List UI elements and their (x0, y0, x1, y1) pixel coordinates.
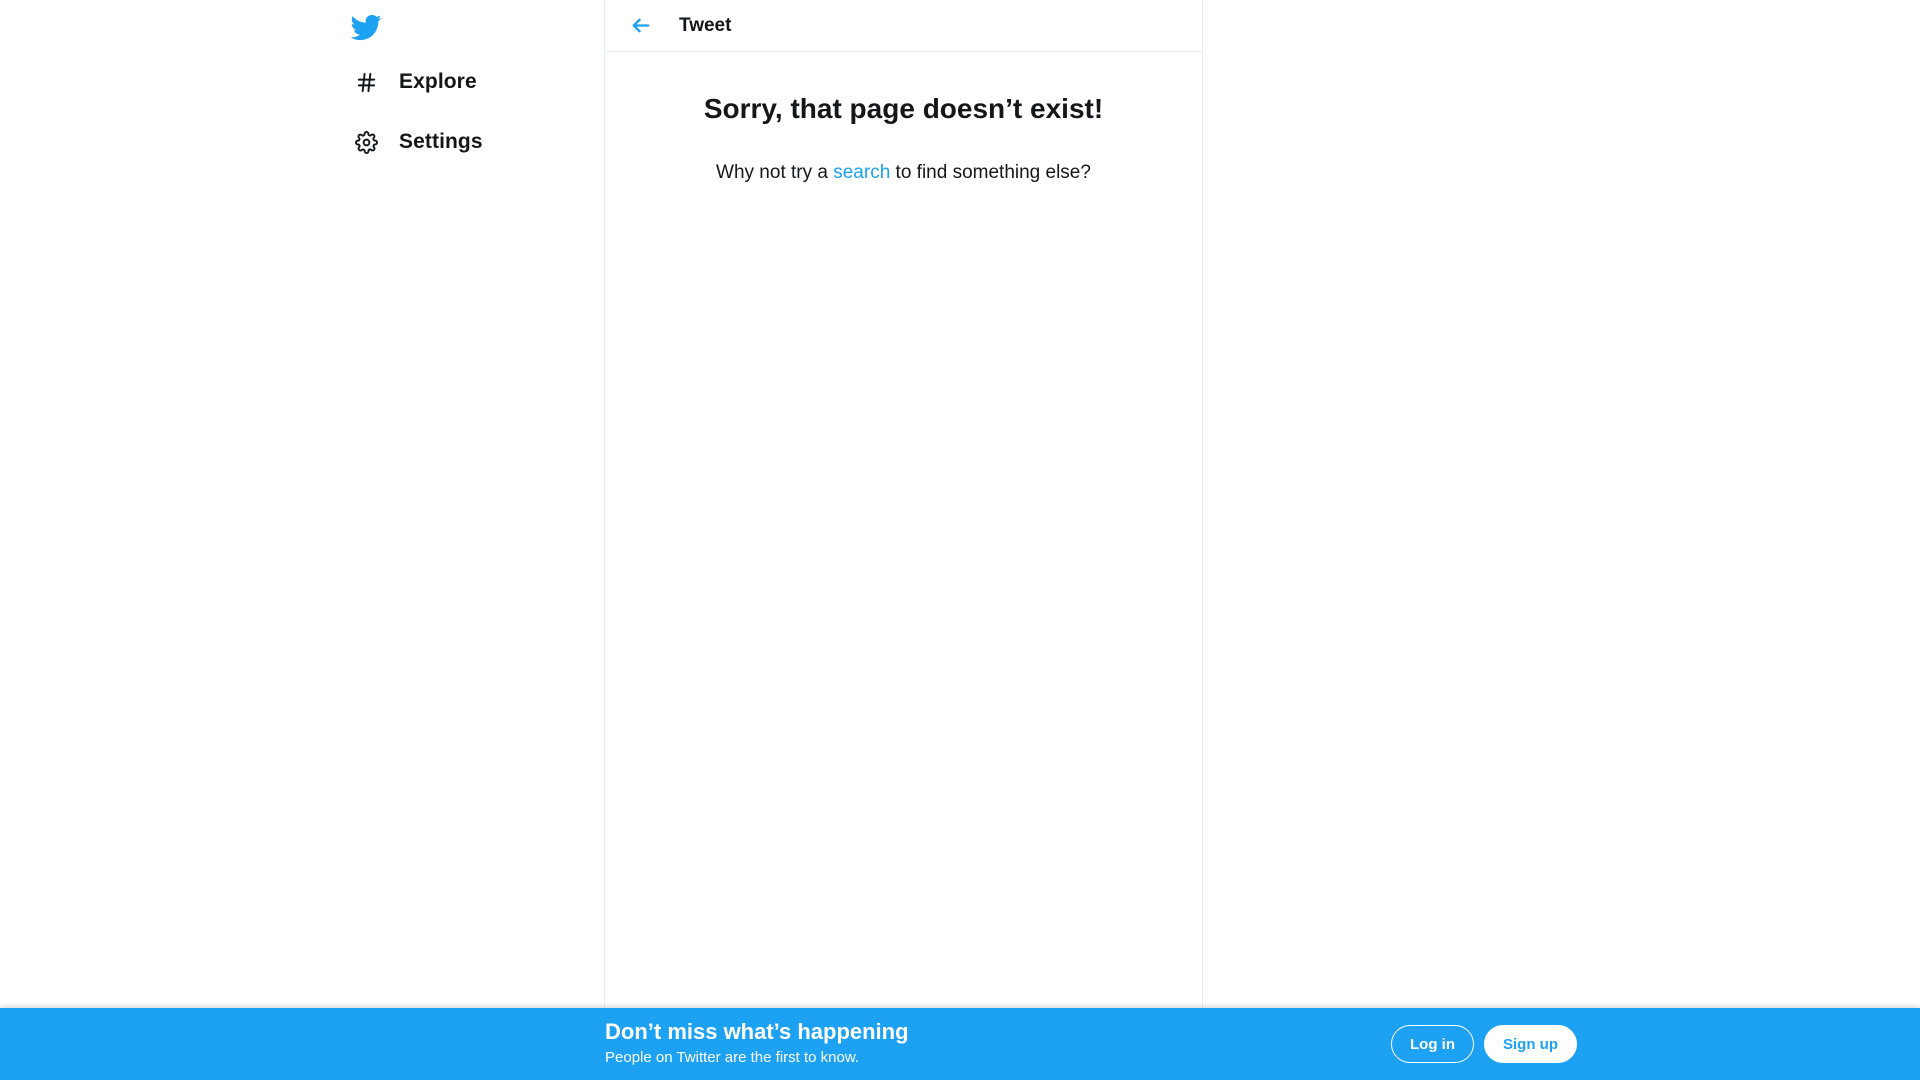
signup-banner: Don’t miss what’s happening People on Tw… (0, 1008, 1920, 1080)
twitter-bird-icon (347, 12, 385, 43)
error-message-block: Sorry, that page doesn’t exist! Why not … (605, 92, 1202, 184)
banner-subtitle: People on Twitter are the first to know. (605, 1048, 909, 1068)
sidebar-item-settings[interactable]: Settings (355, 129, 483, 155)
gear-icon (355, 131, 378, 154)
error-title: Sorry, that page doesn’t exist! (605, 92, 1202, 126)
banner-actions: Log in Sign up (1391, 1025, 1577, 1063)
sidebar-item-label: Explore (399, 70, 477, 94)
arrow-left-icon (629, 14, 652, 37)
login-button[interactable]: Log in (1391, 1025, 1474, 1063)
banner-text: Don’t miss what’s happening People on Tw… (605, 1018, 909, 1068)
signup-button[interactable]: Sign up (1484, 1025, 1577, 1063)
search-link[interactable]: search (833, 162, 890, 183)
twitter-logo[interactable] (347, 12, 385, 43)
page-title: Tweet (679, 15, 731, 37)
banner-title: Don’t miss what’s happening (605, 1018, 909, 1046)
error-message-before: Why not try a (716, 162, 833, 183)
main-header: Tweet (605, 0, 1202, 52)
hashtag-icon (355, 71, 378, 94)
error-message-after: to find something else? (890, 162, 1091, 183)
main-column: Tweet Sorry, that page doesn’t exist! Wh… (604, 0, 1203, 1008)
sidebar-item-label: Settings (399, 130, 483, 154)
back-button[interactable] (627, 13, 653, 39)
error-message: Why not try a search to find something e… (605, 162, 1202, 184)
sidebar-item-explore[interactable]: Explore (355, 69, 477, 95)
